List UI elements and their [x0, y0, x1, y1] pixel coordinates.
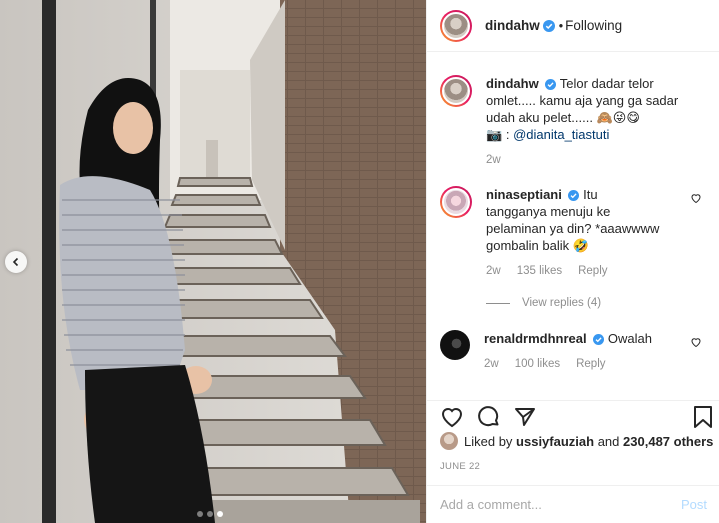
comment-item: renaldrmdhnreal Owalah 2w 100 likes Repl…: [440, 330, 710, 373]
comment-item: ninaseptiani Itu tangganya menuju ke pel…: [440, 186, 710, 280]
verified-icon: [593, 334, 605, 345]
view-replies-label: View replies (4): [522, 297, 602, 309]
commenter-avatar[interactable]: [440, 330, 470, 360]
instagram-post: dindahw • Following dindahw Telor dadar …: [0, 0, 719, 523]
post-date: JUNE 22: [440, 461, 481, 472]
comment-likes-count[interactable]: 100 likes: [515, 356, 560, 373]
verified-icon: [542, 19, 555, 32]
add-comment-input[interactable]: [440, 497, 681, 512]
reply-button[interactable]: Reply: [576, 356, 605, 373]
commenter-username[interactable]: ninaseptiani: [486, 187, 562, 202]
carousel-dot: [197, 511, 203, 517]
commenter-username[interactable]: renaldrmdhnreal: [484, 331, 587, 346]
liker-avatar[interactable]: [440, 432, 458, 450]
caption-avatar[interactable]: [440, 75, 472, 107]
post-comment-button[interactable]: Post: [681, 497, 707, 512]
following-button[interactable]: Following: [565, 18, 622, 33]
comment-likes-count[interactable]: 135 likes: [517, 263, 562, 280]
caption-time: 2w: [486, 154, 501, 166]
others-likes-link[interactable]: 230,487 others: [623, 434, 713, 449]
credit-separator: :: [505, 127, 510, 142]
carousel-dot-active: [217, 511, 223, 517]
share-icon[interactable]: [513, 405, 537, 429]
view-replies-button[interactable]: View replies (4): [486, 297, 601, 309]
post-side-panel: dindahw • Following dindahw Telor dadar …: [426, 0, 719, 523]
photographer-mention-link[interactable]: @dianita_tiastuti: [513, 127, 609, 142]
post-photo[interactable]: [0, 0, 426, 523]
caption-username[interactable]: dindahw: [486, 76, 539, 91]
comments-section: dindahw Telor dadar telor omlet..... kam…: [427, 53, 719, 399]
author-username[interactable]: dindahw: [485, 18, 540, 33]
liked-by-row: Liked by ussiyfauziah and 230,487 others: [440, 432, 713, 450]
author-avatar[interactable]: [440, 9, 472, 42]
commenter-avatar[interactable]: [440, 186, 472, 218]
carousel-dot: [207, 511, 213, 517]
post-header: dindahw • Following: [427, 0, 719, 52]
reply-button[interactable]: Reply: [578, 263, 607, 280]
carousel-indicator: [197, 511, 223, 517]
comment-bubble-icon[interactable]: [477, 405, 501, 429]
liked-by-username[interactable]: ussiyfauziah: [516, 434, 594, 449]
action-bar: [427, 400, 719, 430]
verified-icon: [545, 79, 557, 90]
comment-text: Owalah: [607, 331, 652, 346]
header-separator: •: [558, 18, 564, 33]
bookmark-icon[interactable]: [692, 405, 714, 429]
comment-composer: Post: [427, 485, 719, 523]
heart-icon[interactable]: [690, 192, 702, 204]
carousel-prev-button[interactable]: [5, 251, 27, 273]
replies-divider: [486, 302, 510, 304]
camera-icon: 📷: [486, 127, 503, 142]
liked-by-and: and: [597, 433, 620, 449]
like-heart-icon[interactable]: [440, 405, 464, 429]
liked-by-prefix: Liked by: [464, 433, 513, 449]
comment-time: 2w: [484, 358, 499, 370]
verified-icon: [568, 190, 580, 201]
chevron-left-icon: [12, 257, 19, 267]
comment-time: 2w: [486, 265, 501, 277]
photo-image: [0, 0, 426, 523]
heart-icon[interactable]: [690, 336, 702, 348]
caption-item: dindahw Telor dadar telor omlet..... kam…: [440, 75, 710, 169]
